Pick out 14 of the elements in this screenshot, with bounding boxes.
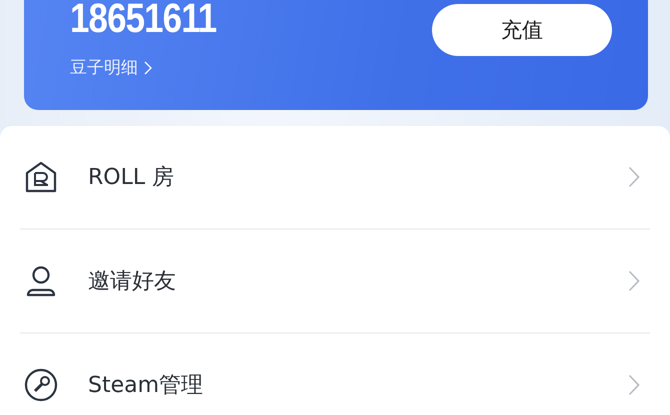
menu-label: Steam管理 bbox=[88, 372, 204, 400]
chevron-right-icon bbox=[628, 374, 640, 396]
menu-item[interactable]: Steam管理 bbox=[0, 334, 670, 415]
balance-amount: 18651611 bbox=[70, 0, 216, 42]
house-icon bbox=[24, 160, 58, 194]
menu-label: 邀请好友 bbox=[88, 268, 177, 296]
menu-label: ROLL 房 bbox=[88, 164, 176, 192]
chevron-right-icon bbox=[144, 60, 152, 74]
chevron-right-icon bbox=[628, 270, 640, 292]
person-icon bbox=[24, 264, 58, 298]
menu-item[interactable]: 邀请好友 bbox=[0, 230, 670, 332]
chevron-right-icon bbox=[628, 166, 640, 188]
menu-item[interactable]: ROLL 房 bbox=[0, 126, 670, 228]
recharge-button[interactable]: 充值 bbox=[432, 4, 612, 56]
